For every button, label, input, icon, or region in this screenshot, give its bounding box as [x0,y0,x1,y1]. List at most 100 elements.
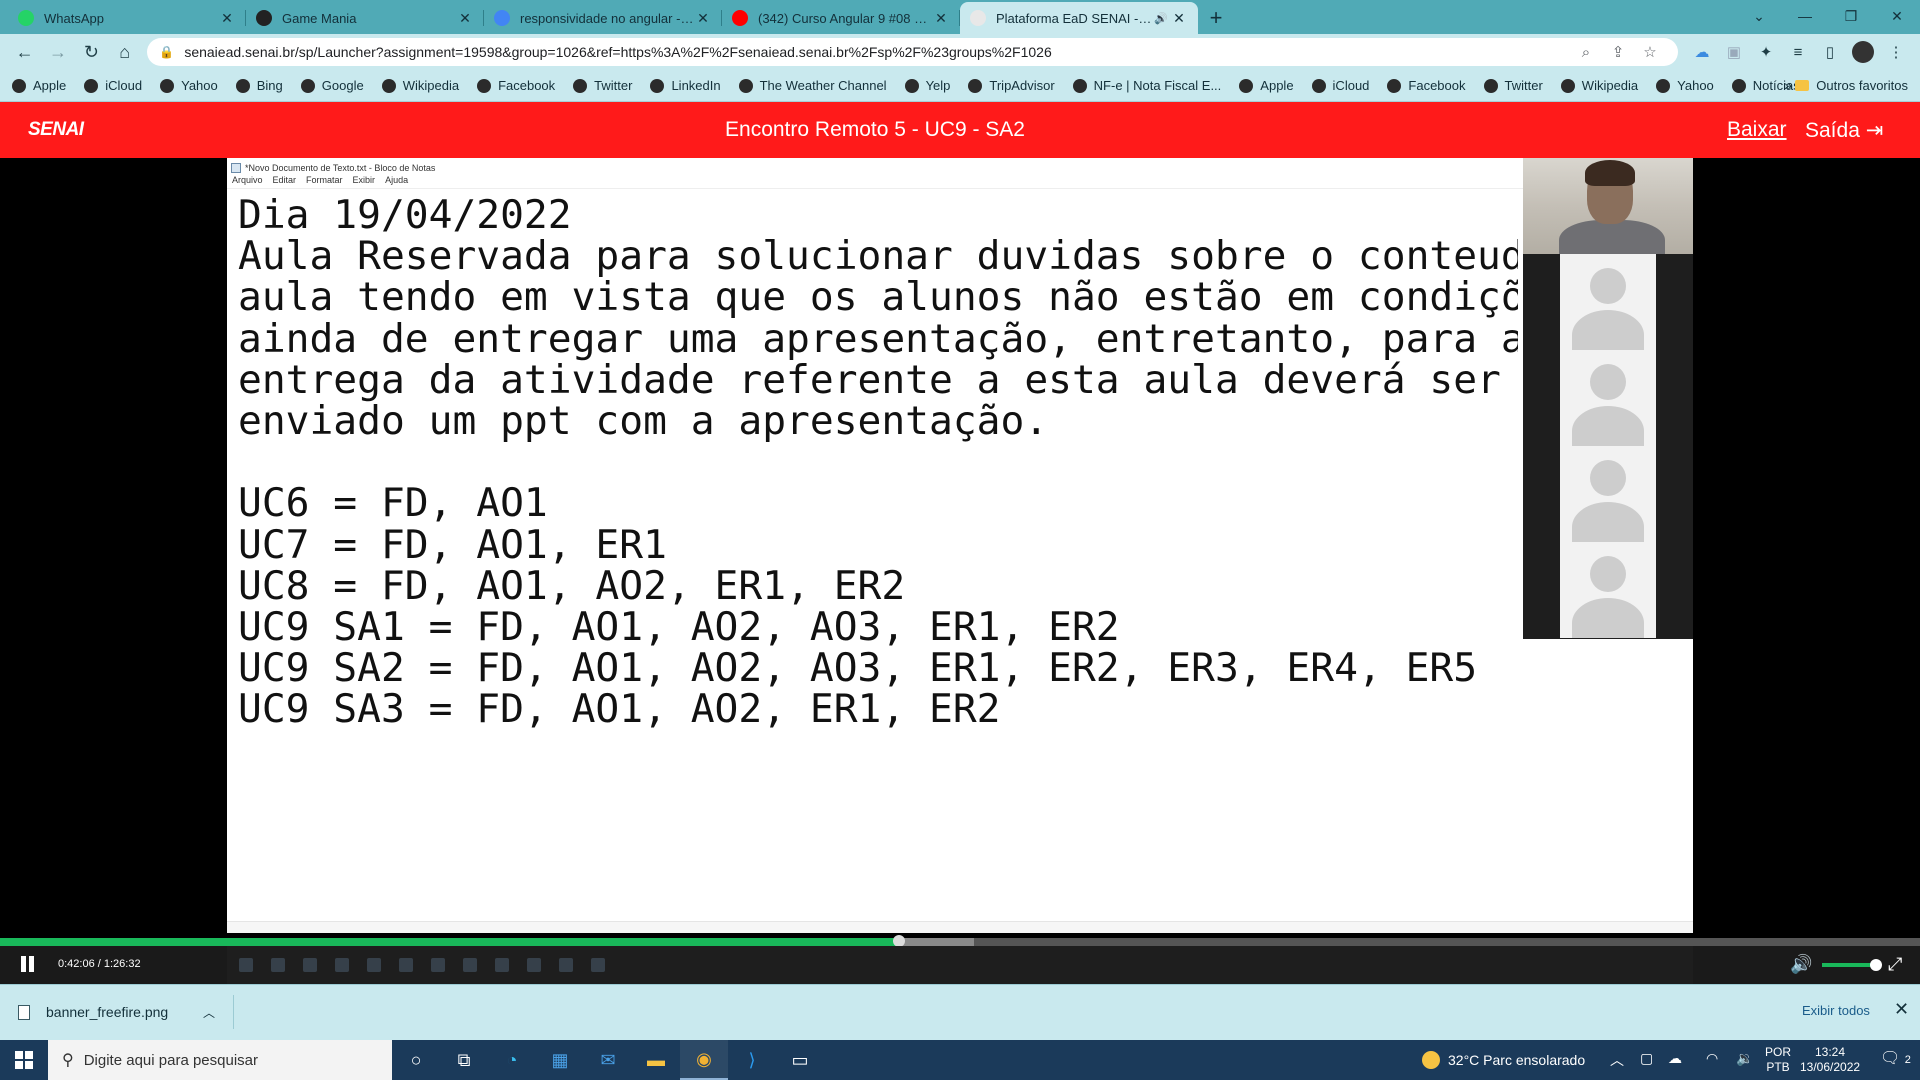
bookmark-item[interactable]: Google [300,78,364,93]
wifi-icon[interactable]: ◠ [1706,1050,1718,1067]
bookmark-item[interactable]: Yelp [904,78,950,93]
start-button[interactable] [0,1040,48,1080]
profile-avatar[interactable] [1851,41,1874,63]
forward-arrow-icon[interactable]: → [41,37,74,67]
bookmark-item[interactable]: Wikipedia [1560,78,1638,93]
bookmark-star-icon[interactable]: ☆ [1634,43,1666,61]
volume-handle[interactable] [1870,959,1882,971]
bookmarks-overflow-icon[interactable]: » [1784,77,1792,93]
store-icon[interactable]: ▦ [536,1040,584,1080]
clock-time: 13:24 [1814,1045,1846,1059]
restore-icon[interactable]: ❐ [1828,0,1874,32]
browser-tab[interactable]: responsividade no angular - Pesq✕ [484,2,722,34]
tab-title: (342) Curso Angular 9 #08 Crianc [758,10,932,26]
close-window-icon[interactable]: ✕ [1874,0,1920,32]
address-bar[interactable]: 🔒 senaiead.senai.br/sp/Launcher?assignme… [147,38,1678,66]
notepad-menu-item: Formatar [306,175,343,185]
mail-icon[interactable]: ✉ [584,1040,632,1080]
tab-close-icon[interactable]: ✕ [218,10,236,27]
bookmark-label: Yahoo [181,78,218,93]
bookmark-favicon-icon [381,78,396,93]
bookmark-favicon-icon [160,78,175,93]
senai-favicon-icon [970,10,986,26]
browser-tab[interactable]: Plataforma EaD SENAI - SP - 🔊 ✕ [960,2,1198,34]
bookmark-item[interactable]: Yahoo [160,78,218,93]
tray-onedrive-icon[interactable]: ☁ [1668,1050,1682,1067]
system-clock[interactable]: 13:24 13/06/2022 [1800,1045,1860,1075]
bookmark-item[interactable]: iCloud [84,78,142,93]
bookmark-item[interactable]: Twitter [573,78,632,93]
vscode-icon[interactable]: ⟩ [728,1040,776,1080]
bookmark-item[interactable]: Yahoo [1656,78,1714,93]
bookmark-label: Yahoo [1677,78,1714,93]
cortana-circle-icon[interactable]: ○ [392,1040,440,1080]
bookmark-favicon-icon [1483,78,1498,93]
bookmark-label: Twitter [594,78,633,93]
volume-icon[interactable]: 🔊 [1790,954,1812,975]
chrome-icon[interactable]: ◉ [680,1040,728,1080]
bookmark-item[interactable]: LinkedIn [650,78,721,93]
task-view-icon[interactable]: ⧉ [440,1040,488,1080]
tab-close-icon[interactable]: ✕ [1170,10,1188,27]
other-bookmarks[interactable]: Outros favoritos [1795,78,1908,93]
bookmark-favicon-icon [12,78,26,93]
tab-search-chevron-icon[interactable]: ⌄ [1736,0,1782,32]
fullscreen-icon[interactable]: ⤢ [1888,954,1902,975]
tray-chevron-up-icon[interactable]: ︿ [1610,1050,1624,1070]
zoom-icon[interactable]: ⌕ [1570,44,1602,61]
extension-camera-icon[interactable]: ▣ [1718,38,1750,66]
edge-icon[interactable]: ◔ [488,1040,536,1080]
bookmark-item[interactable]: Apple [1239,78,1294,93]
reload-icon[interactable]: ↻ [75,37,108,67]
menu-kebab-icon[interactable]: ⋮ [1880,38,1912,66]
bookmark-label: The Weather Channel [759,78,887,93]
language-indicator[interactable]: POR PTB [1765,1045,1791,1075]
side-panel-icon[interactable]: ▯ [1814,38,1846,66]
lock-icon[interactable]: 🔒 [159,45,174,59]
tab-audio-icon[interactable]: 🔊 [1152,12,1170,25]
browser-tab[interactable]: WhatsApp ✕ [8,2,246,34]
bookmark-item[interactable]: Apple [12,78,66,93]
show-all-button[interactable]: Exibir todos [1802,1003,1870,1018]
bookmark-item[interactable]: TripAdvisor [968,78,1055,93]
whatsapp-icon [18,10,34,26]
bookmark-item[interactable]: NF-e | Nota Fiscal E... [1072,78,1221,93]
notification-center-icon[interactable]: 🗨 2 [1880,1048,1911,1068]
new-tab-plus-icon[interactable]: + [1198,2,1234,34]
speaker-icon[interactable]: 🔉 [1736,1050,1753,1067]
tab-close-icon[interactable]: ✕ [694,10,712,27]
bookmark-item[interactable]: iCloud [1311,78,1369,93]
browser-tab[interactable]: (342) Curso Angular 9 #08 Crianc✕ [722,2,960,34]
bookmark-item[interactable]: Wikipedia [381,78,459,93]
weather-widget[interactable]: 32°C Parc ensolarado [1422,1051,1585,1069]
url-text[interactable]: senaiead.senai.br/sp/Launcher?assignment… [184,44,1570,60]
file-explorer-icon[interactable]: ▬ [632,1040,680,1080]
download-link[interactable]: Baixar [1727,118,1787,142]
download-item[interactable]: banner_freefire.png ︿ [18,995,234,1029]
extensions-puzzle-icon[interactable]: ✦ [1750,38,1782,66]
taskbar-search[interactable]: ⚲ Digite aqui para pesquisar [48,1040,392,1080]
bookmark-item[interactable]: Twitter [1483,78,1543,93]
playback-progress[interactable] [0,935,1920,947]
bookmark-item[interactable]: Facebook [477,78,555,93]
pause-icon[interactable] [20,956,36,974]
bookmark-item[interactable]: Facebook [1387,78,1466,93]
tray-meet-icon[interactable]: ▢ [1640,1050,1653,1067]
reading-list-icon[interactable]: ≡ [1782,38,1814,66]
tab-close-icon[interactable]: ✕ [932,10,950,27]
buffered-range [898,938,975,946]
browser-tab[interactable]: Game Mania ✕ [246,2,484,34]
tab-close-icon[interactable]: ✕ [456,10,474,27]
home-icon[interactable]: ⌂ [108,37,141,67]
bookmark-item[interactable]: The Weather Channel [738,78,887,93]
chevron-up-icon[interactable]: ︿ [203,1004,215,1021]
exit-button[interactable]: Saída ⇥ [1805,118,1883,143]
minimize-icon[interactable]: — [1782,0,1828,32]
share-icon[interactable]: ⇪ [1602,43,1634,61]
back-arrow-icon[interactable]: ← [8,37,41,67]
bookmark-item[interactable]: Bing [235,78,283,93]
terminal-icon[interactable]: ▭ [776,1040,824,1080]
participants-panel [1523,158,1693,639]
extension-cloud-icon[interactable]: ☁ [1686,38,1718,66]
close-icon[interactable]: ✕ [1894,999,1909,1020]
